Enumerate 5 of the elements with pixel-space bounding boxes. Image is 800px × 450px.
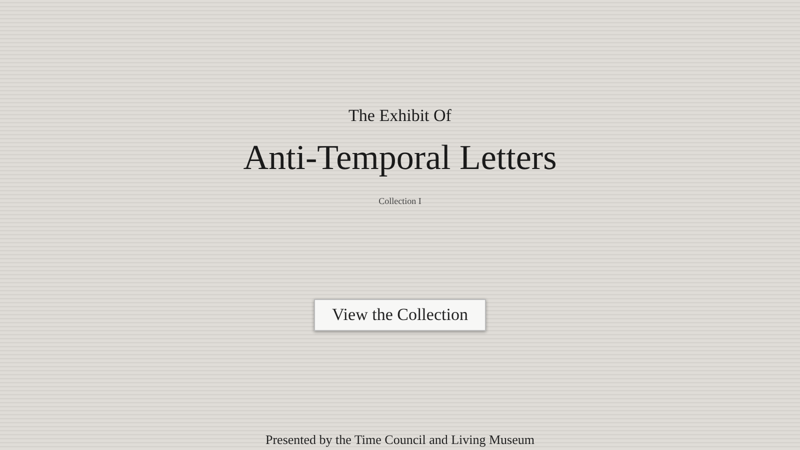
exhibit-title: Anti-Temporal Letters [243, 137, 557, 179]
exhibit-overline: The Exhibit Of [348, 105, 452, 127]
collection-label: Collection I [378, 195, 422, 207]
view-collection-button[interactable]: View the Collection [314, 299, 486, 331]
presenter-credit: Presented by the Time Council and Living Museum [265, 432, 534, 448]
